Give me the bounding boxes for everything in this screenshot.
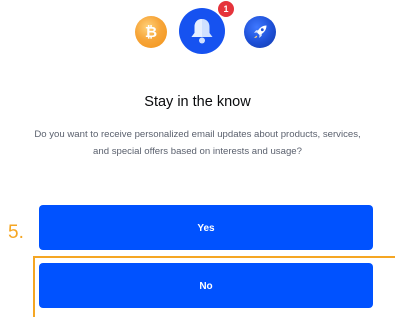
rocket-icon <box>244 16 276 48</box>
yes-button[interactable]: Yes <box>39 205 373 250</box>
header-icon-row: ₿ 1 <box>0 0 395 64</box>
notification-badge: 1 <box>218 1 234 17</box>
highlight-border-left <box>33 256 35 317</box>
bell-icon <box>179 8 225 54</box>
step-number-label: 5. <box>8 222 24 243</box>
bitcoin-coin-icon: ₿ <box>135 16 167 48</box>
dialog-body-text: Do you want to receive personalized emai… <box>34 129 361 157</box>
bitcoin-glyph: ₿ <box>144 23 158 41</box>
highlight-border-top <box>33 256 395 258</box>
dialog-title: Stay in the know <box>144 94 251 110</box>
no-button[interactable]: No <box>39 263 373 308</box>
